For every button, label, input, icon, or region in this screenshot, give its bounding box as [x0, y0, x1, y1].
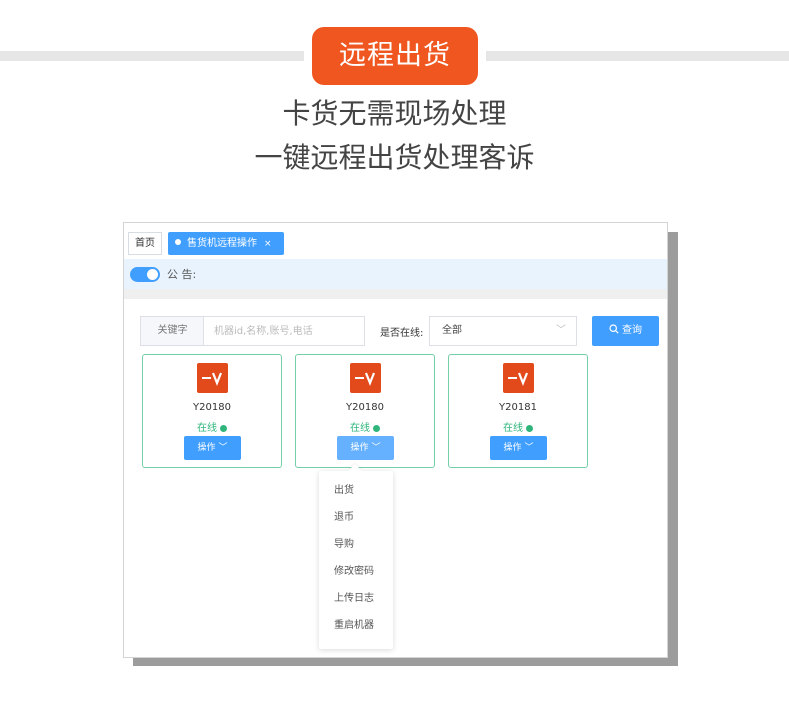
online-filter-label: 是否在线:	[380, 328, 424, 339]
online-filter-select[interactable]: 全部 ﹀	[429, 316, 577, 346]
close-icon[interactable]: ×	[264, 239, 272, 249]
online-filter-value: 全部	[442, 325, 462, 336]
menu-item-guide[interactable]: 导购	[319, 531, 393, 558]
section-divider	[124, 289, 667, 299]
notice-bar: 公 告:	[124, 259, 667, 289]
banner-subtitle-line2: 一键远程出货处理客诉	[254, 141, 535, 174]
machine-status: 在线	[449, 419, 587, 434]
machine-card: Y20180 在线 操作 ﹀	[295, 354, 435, 468]
machine-code: Y20180	[193, 402, 231, 413]
brand-logo-icon	[350, 363, 381, 393]
keyword-label: 关键字	[140, 316, 204, 346]
tab-remote-operation[interactable]: 售货机远程操作 ×	[168, 232, 284, 255]
banner-divider-left	[0, 51, 304, 61]
online-dot-icon	[526, 425, 533, 432]
menu-item-upload-log[interactable]: 上传日志	[319, 585, 393, 612]
machine-code: Y20180	[346, 402, 384, 413]
operate-button-label: 操作	[503, 443, 522, 453]
online-dot-icon	[373, 425, 380, 432]
machine-code: Y20181	[499, 402, 537, 413]
operate-button[interactable]: 操作 ﹀	[184, 436, 241, 460]
chevron-down-icon: ﹀	[524, 443, 534, 453]
toggle-knob	[147, 269, 158, 280]
keyword-input[interactable]	[203, 316, 365, 346]
machine-status-label: 在线	[503, 423, 523, 434]
menu-item-refund[interactable]: 退币	[319, 504, 393, 531]
brand-logo-icon	[503, 363, 534, 393]
operate-button-label: 操作	[350, 443, 369, 453]
notice-toggle[interactable]	[130, 267, 160, 282]
notice-label: 公 告:	[167, 268, 197, 281]
tab-home[interactable]: 首页	[128, 232, 162, 255]
brand-logo-icon	[197, 363, 228, 393]
machine-status-label: 在线	[197, 423, 217, 434]
tab-remote-operation-label: 售货机远程操作	[187, 238, 257, 249]
active-tab-dot-icon	[175, 239, 181, 245]
operate-button[interactable]: 操作 ﹀	[337, 436, 394, 460]
menu-item-dispense[interactable]: 出货	[319, 477, 393, 504]
query-button-label: 查询	[622, 325, 642, 336]
machine-status: 在线	[143, 419, 281, 434]
machine-status: 在线	[296, 419, 434, 434]
operate-button-label: 操作	[197, 443, 216, 453]
chevron-down-icon: ﹀	[218, 443, 228, 453]
machine-status-label: 在线	[350, 423, 370, 434]
chevron-down-icon: ﹀	[556, 325, 566, 336]
menu-item-change-password[interactable]: 修改密码	[319, 558, 393, 585]
tab-bar: 首页 售货机远程操作 ×	[124, 223, 667, 259]
banner-divider-right	[486, 51, 789, 61]
app-window: 首页 售货机远程操作 × 公 告: 关键字 是否在线: 全部 ﹀ 查询 Y2018…	[123, 222, 668, 658]
search-icon	[609, 324, 619, 334]
chevron-down-icon: ﹀	[371, 443, 381, 453]
query-button[interactable]: 查询	[592, 316, 659, 346]
banner-title: 远程出货	[312, 27, 478, 85]
menu-item-restart[interactable]: 重启机器	[319, 612, 393, 639]
operate-button[interactable]: 操作 ﹀	[490, 436, 547, 460]
action-dropdown-menu: 出货 退币 导购 修改密码 上传日志 重启机器	[319, 463, 393, 649]
machine-card: Y20181 在线 操作 ﹀	[448, 354, 588, 468]
online-dot-icon	[220, 425, 227, 432]
banner-subtitle-line1: 卡货无需现场处理	[282, 97, 507, 130]
machine-card: Y20180 在线 操作 ﹀	[142, 354, 282, 468]
